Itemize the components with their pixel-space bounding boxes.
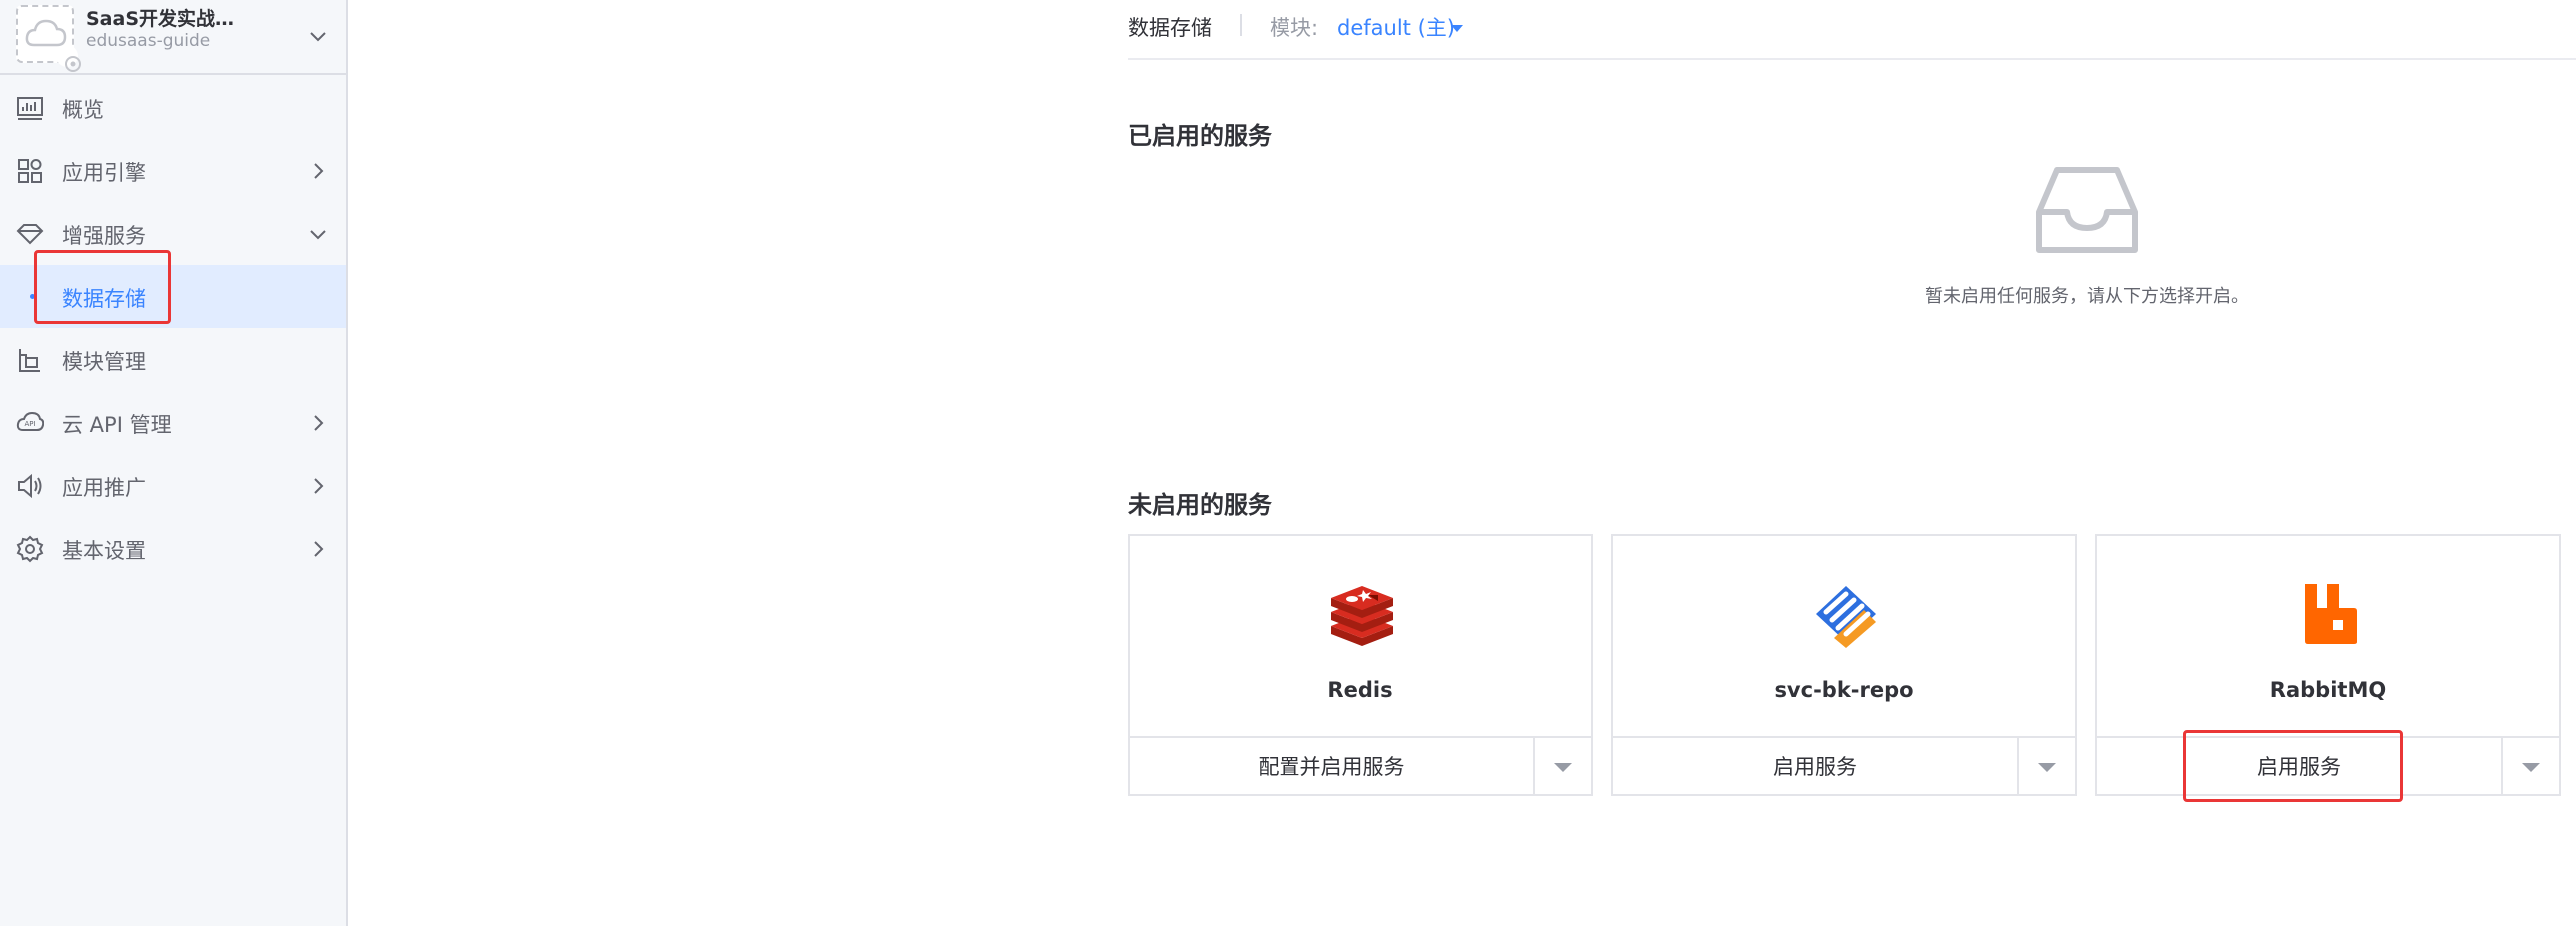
caret-down-icon — [2522, 763, 2540, 772]
sidebar-item-cloud-api[interactable]: API 云 API 管理 — [0, 391, 346, 454]
diamond-icon — [16, 224, 44, 245]
divider — [1240, 14, 1242, 36]
chevron-down-icon — [310, 230, 326, 240]
chevron-right-icon — [314, 478, 324, 494]
rabbitmq-icon — [2305, 584, 2357, 644]
dropdown-button[interactable] — [1535, 738, 1591, 796]
sidebar-item-label: 概览 — [62, 98, 104, 122]
chevron-down-icon[interactable] — [306, 24, 330, 48]
app-name: SaaS开发实战… — [86, 8, 235, 30]
service-name: svc-bk-repo — [1774, 678, 1914, 702]
overview-icon — [17, 97, 43, 120]
service-name: RabbitMQ — [2269, 678, 2387, 702]
caret-down-icon — [1554, 763, 1572, 772]
configure-enable-button[interactable]: 配置并启用服务 — [1130, 738, 1535, 796]
module-icon — [19, 349, 40, 372]
enabled-services-title: 已启用的服务 — [1128, 122, 1272, 150]
sidebar-item-label: 云 API 管理 — [62, 413, 172, 437]
sidebar-item-label: 应用推广 — [62, 476, 146, 500]
service-actions: 配置并启用服务 — [1130, 736, 1591, 796]
service-actions: 启用服务 — [2097, 736, 2559, 796]
module-select[interactable]: default (主) — [1337, 12, 1455, 42]
sidebar-item-data-storage[interactable]: 数据存储 — [0, 265, 346, 328]
dropdown-button[interactable] — [2019, 738, 2075, 796]
sidebar: SaaS开发实战… edusaas-guide 概览 应用引擎 增强服务 数据存… — [0, 0, 348, 926]
sidebar-item-app-engine[interactable]: 应用引擎 — [0, 139, 346, 202]
sidebar-item-overview[interactable]: 概览 — [0, 76, 346, 139]
empty-state-text: 暂未启用任何服务，请从下方选择开启。 — [1925, 286, 2249, 307]
page-header: 数据存储 模块: default (主) — [1128, 0, 2576, 60]
sidebar-item-label: 基本设置 — [62, 539, 146, 563]
gear-icon — [16, 535, 44, 563]
speaker-icon — [18, 473, 42, 499]
bk-repo-icon — [1816, 586, 1876, 648]
disabled-services-title: 未启用的服务 — [1128, 491, 1272, 519]
sidebar-item-label: 模块管理 — [62, 350, 146, 374]
redis-icon — [1331, 586, 1393, 646]
sidebar-item-module-management[interactable]: 模块管理 — [0, 328, 346, 391]
sidebar-item-basic-settings[interactable]: 基本设置 — [0, 517, 346, 580]
sidebar-item-enhanced-services[interactable]: 增强服务 — [0, 202, 346, 265]
chevron-right-icon — [314, 415, 324, 431]
app-switcher[interactable]: SaaS开发实战… edusaas-guide — [0, 0, 346, 75]
app-code: edusaas-guide — [86, 31, 211, 51]
sidebar-item-label: 应用引擎 — [62, 161, 146, 185]
sidebar-item-label: 增强服务 — [62, 224, 146, 248]
service-card-redis: Redis 配置并启用服务 — [1128, 534, 1593, 796]
service-card-bk-repo: svc-bk-repo 启用服务 — [1611, 534, 2077, 796]
caret-down-icon — [2038, 763, 2056, 772]
enable-service-button[interactable]: 启用服务 — [1613, 738, 2019, 796]
caret-down-icon[interactable] — [1451, 25, 1463, 32]
service-card-rabbitmq: RabbitMQ 启用服务 — [2095, 534, 2561, 796]
chevron-right-icon — [314, 163, 324, 179]
enable-service-button[interactable]: 启用服务 — [2097, 738, 2503, 796]
service-actions: 启用服务 — [1613, 736, 2075, 796]
sidebar-item-app-promotion[interactable]: 应用推广 — [0, 454, 346, 517]
chevron-right-icon — [314, 541, 324, 557]
inbox-icon — [2036, 167, 2138, 253]
app-engine-icon — [18, 159, 42, 183]
service-name: Redis — [1327, 678, 1393, 702]
page-title: 数据存储 — [1128, 16, 1212, 40]
active-dot — [30, 294, 35, 299]
svg-text:API: API — [24, 420, 35, 428]
dropdown-button[interactable] — [2503, 738, 2559, 796]
cloud-icon — [16, 5, 81, 72]
api-icon: API — [16, 411, 44, 431]
module-label: 模块: — [1270, 16, 1319, 40]
sidebar-item-label: 数据存储 — [62, 287, 146, 311]
